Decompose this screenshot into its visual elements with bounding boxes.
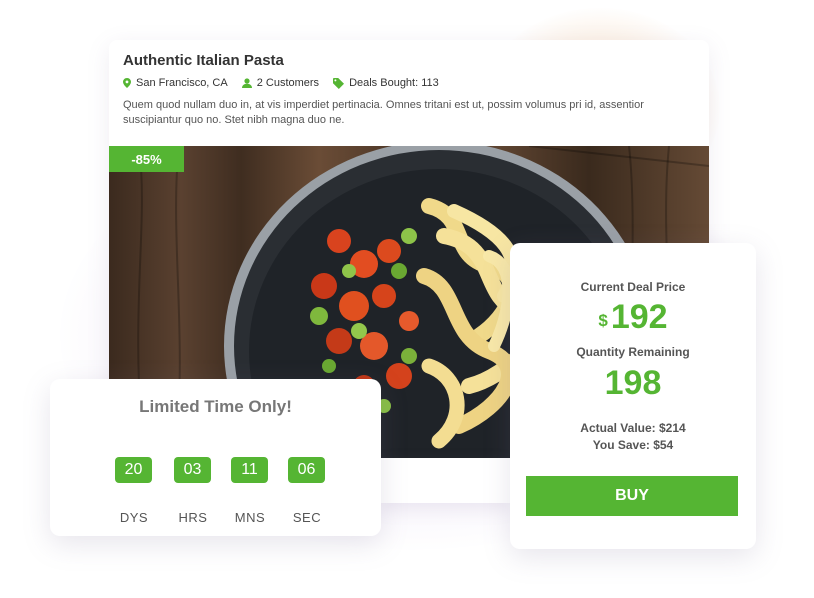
user-icon bbox=[241, 78, 252, 88]
tag-icon bbox=[333, 77, 345, 89]
currency-symbol: $ bbox=[598, 311, 608, 330]
countdown-counters: 20 03 11 06 bbox=[50, 457, 381, 483]
seconds-label: SEC bbox=[292, 510, 322, 525]
location: San Francisco, CA bbox=[123, 77, 228, 89]
quantity-label: Quantity Remaining bbox=[576, 345, 690, 359]
countdown-timer-card: Limited Time Only! 20 03 11 06 DYS HRS M… bbox=[50, 379, 381, 536]
map-pin-icon bbox=[123, 78, 131, 88]
current-price-label: Current Deal Price bbox=[580, 280, 686, 294]
quantity-value: 198 bbox=[604, 364, 662, 402]
current-price: $192 bbox=[510, 298, 756, 343]
customers: 2 Customers bbox=[241, 77, 320, 89]
discount-badge: -85% bbox=[109, 146, 184, 172]
you-save: You Save: $54 bbox=[592, 438, 674, 452]
location-text: San Francisco, CA bbox=[136, 77, 228, 89]
buy-button[interactable]: BUY bbox=[526, 476, 738, 516]
seconds-counter: 06 bbox=[288, 457, 325, 483]
pricing-card: Current Deal Price $192 Quantity Remaini… bbox=[510, 243, 756, 549]
deals-bought-text: Deals Bought: 113 bbox=[349, 77, 439, 89]
actual-value: Actual Value: $214 bbox=[580, 421, 686, 435]
card-footer-strip bbox=[380, 458, 510, 503]
deal-info: Authentic Italian Pasta San Francisco, C… bbox=[109, 40, 709, 146]
customers-text: 2 Customers bbox=[256, 77, 320, 89]
minutes-counter: 11 bbox=[231, 457, 268, 483]
days-label: DYS bbox=[119, 510, 149, 525]
deal-description: Quem quod nullam duo in, at vis imperdie… bbox=[123, 99, 644, 126]
hours-label: HRS bbox=[178, 510, 208, 525]
timer-title: Limited Time Only! bbox=[139, 397, 292, 416]
deal-meta: San Francisco, CA 2 Customers Deals Boug… bbox=[123, 77, 695, 89]
minutes-label: MNS bbox=[234, 510, 266, 525]
deal-title: Authentic Italian Pasta bbox=[123, 52, 284, 69]
deals-bought: Deals Bought: 113 bbox=[333, 77, 439, 89]
price-value: 192 bbox=[610, 298, 668, 336]
hours-counter: 03 bbox=[174, 457, 211, 483]
days-counter: 20 bbox=[115, 457, 152, 483]
